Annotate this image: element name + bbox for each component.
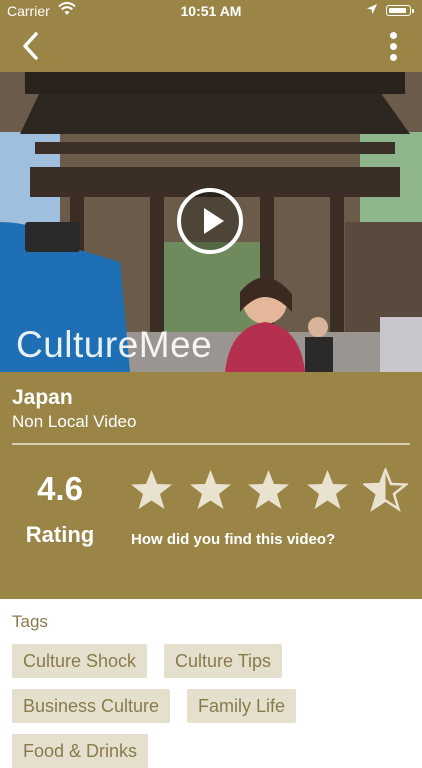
battery-icon (386, 5, 414, 16)
status-bar: Carrier 10:51 AM (0, 0, 422, 22)
more-options-button[interactable] (384, 30, 404, 64)
video-player[interactable]: CultureMee (0, 72, 422, 372)
video-type-label: Non Local Video (12, 412, 137, 431)
star-filled-icon[interactable] (129, 468, 174, 512)
video-watermark: CultureMee (16, 324, 213, 365)
star-filled-icon[interactable] (246, 468, 291, 512)
nav-bar (0, 22, 422, 72)
tag-business-culture[interactable]: Business Culture (12, 689, 171, 723)
star-filled-icon[interactable] (188, 468, 233, 512)
tag-food-drinks[interactable]: Food & Drinks (12, 734, 149, 768)
rating-label: Rating (25, 522, 95, 547)
play-button[interactable] (177, 188, 243, 254)
tag-family-life[interactable]: Family Life (187, 689, 297, 723)
star-filled-icon[interactable] (305, 468, 350, 512)
divider (12, 443, 410, 445)
clock: 10:51 AM (180, 3, 242, 19)
rating-prompt: How did you find this video? (131, 531, 336, 548)
star-half-icon[interactable] (363, 468, 408, 512)
star-rating[interactable] (129, 468, 414, 512)
rating-value: 4.6 (37, 470, 83, 507)
tag-culture-shock[interactable]: Culture Shock (12, 644, 148, 678)
chevron-left-icon (23, 32, 38, 60)
tags-heading: Tags (12, 612, 48, 631)
video-info-panel: Japan Non Local Video 4.6 Rating How did… (0, 372, 422, 599)
back-button[interactable] (14, 28, 50, 64)
location-arrow-icon (367, 4, 377, 14)
country-title: Japan (12, 386, 73, 409)
tag-culture-tips[interactable]: Culture Tips (164, 644, 283, 678)
